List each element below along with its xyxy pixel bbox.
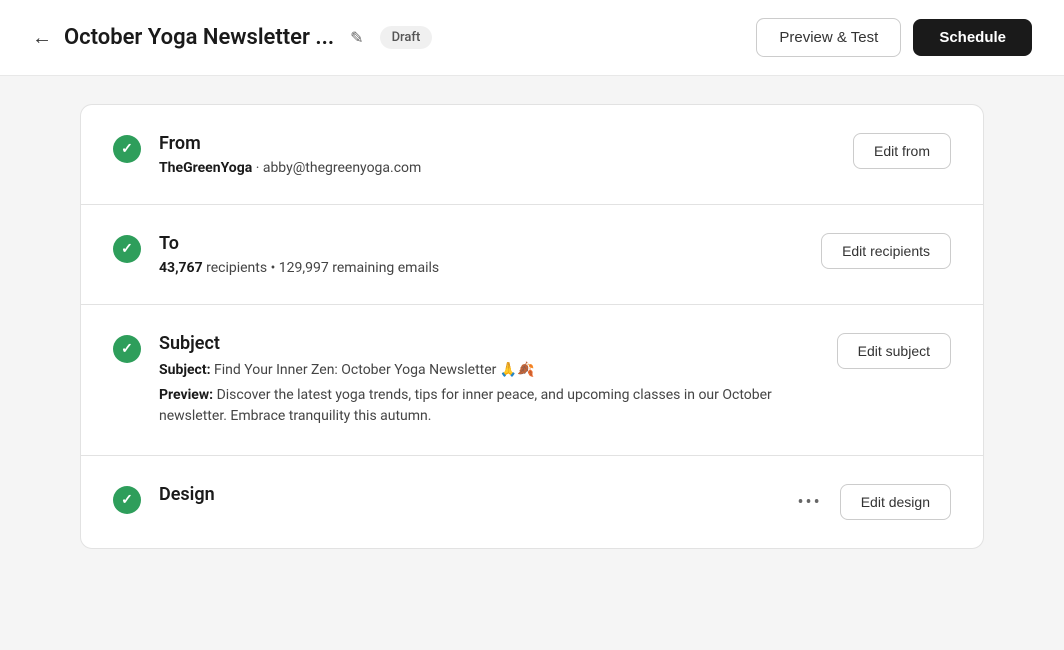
from-card: From TheGreenYoga · abby@thegreenyoga.co…	[80, 104, 984, 204]
main-content: From TheGreenYoga · abby@thegreenyoga.co…	[0, 76, 1064, 577]
draft-badge: Draft	[380, 26, 433, 49]
subject-card-body: Subject Subject: Find Your Inner Zen: Oc…	[159, 333, 819, 427]
from-card-body: From TheGreenYoga · abby@thegreenyoga.co…	[159, 133, 835, 176]
preview-label: Preview:	[159, 387, 213, 403]
edit-recipients-button[interactable]: Edit recipients	[821, 233, 951, 269]
page-title: October Yoga Newsletter ...	[64, 25, 334, 50]
to-recipients-count: 43,767	[159, 260, 203, 276]
from-check-icon	[113, 135, 141, 163]
subject-card-title: Subject	[159, 333, 819, 354]
design-check-icon	[113, 486, 141, 514]
to-remaining: 129,997 remaining emails	[279, 260, 439, 276]
from-email: abby@thegreenyoga.com	[263, 160, 422, 176]
to-recipients-text: recipients	[206, 260, 267, 276]
subject-text: Find Your Inner Zen: October Yoga Newsle…	[214, 362, 535, 378]
to-check-icon	[113, 235, 141, 263]
to-card-actions: Edit recipients	[821, 233, 951, 269]
subject-line: Subject: Find Your Inner Zen: October Yo…	[159, 360, 819, 381]
edit-from-button[interactable]: Edit from	[853, 133, 951, 169]
edit-design-button[interactable]: Edit design	[840, 484, 951, 520]
subject-card-actions: Edit subject	[837, 333, 951, 369]
subject-card: Subject Subject: Find Your Inner Zen: Oc…	[80, 304, 984, 455]
edit-subject-button[interactable]: Edit subject	[837, 333, 951, 369]
back-button[interactable]: ←	[32, 25, 52, 50]
subject-label: Subject:	[159, 362, 211, 378]
design-card-body: Design	[159, 484, 773, 511]
subject-preview-line: Preview: Discover the latest yoga trends…	[159, 385, 819, 427]
edit-title-icon[interactable]: ✎	[350, 28, 363, 47]
from-card-detail: TheGreenYoga · abby@thegreenyoga.com	[159, 160, 835, 176]
subject-check-icon	[113, 335, 141, 363]
design-card: Design ••• Edit design	[80, 455, 984, 549]
design-card-title: Design	[159, 484, 773, 505]
more-options-icon[interactable]: •••	[791, 486, 827, 519]
to-card: To 43,767 recipients • 129,997 remaining…	[80, 204, 984, 304]
to-card-detail: 43,767 recipients • 129,997 remaining em…	[159, 260, 803, 276]
to-card-title: To	[159, 233, 803, 254]
to-card-body: To 43,767 recipients • 129,997 remaining…	[159, 233, 803, 276]
from-card-actions: Edit from	[853, 133, 951, 169]
header-actions: Preview & Test Schedule	[756, 18, 1032, 57]
design-card-actions: ••• Edit design	[791, 484, 951, 520]
header: ← October Yoga Newsletter ... ✎ Draft Pr…	[0, 0, 1064, 76]
schedule-button[interactable]: Schedule	[913, 19, 1032, 56]
from-sender: TheGreenYoga	[159, 160, 252, 176]
from-separator: ·	[256, 160, 263, 176]
from-card-title: From	[159, 133, 835, 154]
to-dot-separator: •	[271, 260, 279, 276]
preview-test-button[interactable]: Preview & Test	[756, 18, 901, 57]
preview-text: Discover the latest yoga trends, tips fo…	[159, 387, 772, 424]
